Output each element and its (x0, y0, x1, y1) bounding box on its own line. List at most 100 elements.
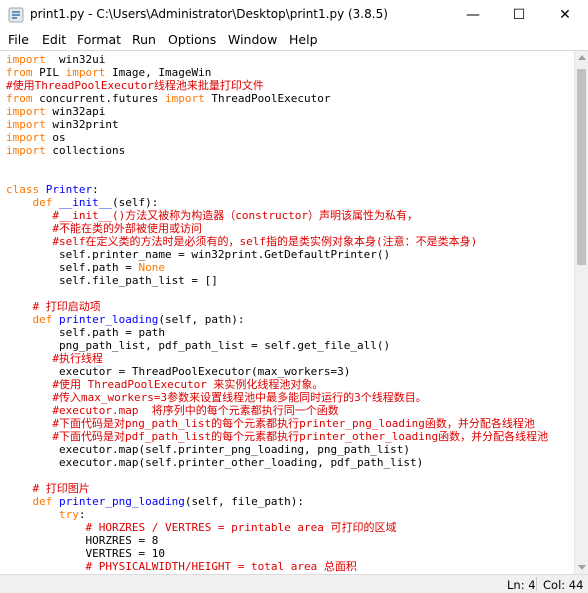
menu-edit[interactable]: Edit (42, 32, 66, 47)
vertical-scrollbar[interactable] (574, 51, 588, 574)
code-token: import (6, 144, 46, 157)
code-token: import (6, 131, 46, 144)
maximize-button[interactable]: ☐ (496, 0, 542, 30)
code-token: # PHYSICALWIDTH/HEIGHT = total area 总面积 (85, 560, 357, 573)
code-token: # HORZRES / VERTRES = printable area 可打印… (85, 521, 397, 534)
code-line: import win32api (6, 105, 105, 118)
status-line: Ln: 4 (507, 578, 536, 592)
code-line: import win32ui (6, 53, 105, 66)
code-token: concurrent.futures (32, 92, 165, 105)
code-token: executor.map(self.printer_other_loading,… (6, 456, 424, 469)
code-line: #执行线程 (6, 352, 103, 365)
code-line: executor.map(self.printer_png_loading, p… (6, 443, 410, 456)
scrollbar-thumb[interactable] (577, 69, 586, 265)
code-token: import (164, 92, 205, 105)
code-token: self.path = (6, 261, 139, 274)
code-line: self.path = None (6, 261, 165, 274)
menu-run[interactable]: Run (132, 32, 156, 47)
status-column: Col: 44 (543, 578, 584, 592)
menu-help[interactable]: Help (289, 32, 318, 47)
code-token: os (45, 131, 66, 144)
menu-window[interactable]: Window (228, 32, 277, 47)
code-line: #self在定义类的方法时是必须有的，self指的是类实例对象本身(注意：不是类… (6, 235, 477, 248)
code-token: PIL (32, 66, 66, 79)
code-token: win32api (45, 105, 106, 118)
code-line: class Printer: (6, 183, 99, 196)
code-token: : (92, 183, 99, 196)
code-line: #executor.map 将序列中的每个元素都执行同一个函数 (6, 404, 339, 417)
code-token: def (32, 313, 53, 326)
code-line: self.path = path (6, 326, 165, 339)
code-token: executor.map(self.printer_png_loading, p… (6, 443, 410, 456)
code-token: None (138, 261, 165, 274)
code-token: #下面代码是对png_path_list的每个元素都执行printer_png_… (52, 417, 535, 430)
menu-file[interactable]: File (8, 32, 29, 47)
code-token: import (6, 105, 46, 118)
minimize-button[interactable]: — (450, 0, 496, 30)
code-line: import collections (6, 144, 125, 157)
code-line: def printer_loading(self, path): (6, 313, 245, 326)
code-line: from concurrent.futures import ThreadPoo… (6, 92, 331, 105)
menu-format[interactable]: Format (77, 32, 121, 47)
code-token: #执行线程 (52, 352, 103, 365)
code-token: import (6, 118, 46, 131)
close-button[interactable]: ✕ (542, 0, 588, 30)
code-token: printer_png_loading (59, 495, 185, 508)
code-token: Printer (45, 183, 93, 196)
code-line: executor.map(self.printer_other_loading,… (6, 456, 423, 469)
scroll-up-arrow-icon[interactable] (578, 55, 586, 60)
code-token: ThreadPoolExecutor (204, 92, 331, 105)
code-token: # 打印启动项 (32, 300, 101, 313)
code-line: executor = ThreadPoolExecutor(max_worker… (6, 365, 350, 378)
code-line: # HORZRES / VERTRES = printable area 可打印… (6, 521, 397, 534)
scroll-down-arrow-icon[interactable] (578, 565, 586, 570)
code-token: def (32, 196, 53, 209)
code-token: from (6, 66, 33, 79)
code-token: # 打印图片 (32, 482, 90, 495)
code-line: #使用ThreadPoolExecutor线程池来批量打印文件 (6, 79, 264, 92)
code-line: #__init__()方法又被称为构造器（constructor）声明该属性为私… (6, 209, 418, 222)
code-line: # 打印启动项 (6, 300, 101, 313)
code-token: HORZRES = 8 (6, 534, 159, 547)
status-divider (536, 577, 537, 591)
menu-options[interactable]: Options (168, 32, 216, 47)
code-token: #__init__()方法又被称为构造器（constructor）声明该属性为私… (52, 209, 419, 222)
title-bar[interactable]: print1.py - C:\Users\Administrator\Deskt… (0, 0, 588, 31)
code-token: #self在定义类的方法时是必须有的，self指的是类实例对象本身(注意：不是类… (52, 235, 478, 248)
code-token: import (65, 66, 106, 79)
code-token: printer_loading (59, 313, 159, 326)
code-token: self.file_path_list = [] (6, 274, 218, 287)
code-token: png_path_list, pdf_path_list = self.get_… (6, 339, 391, 352)
python-idle-icon (8, 7, 24, 23)
code-line: import win32print (6, 118, 119, 131)
code-line: def __init__(self): (6, 196, 159, 209)
code-token: from (6, 92, 33, 105)
code-token: __init__ (59, 196, 112, 209)
code-line: #不能在类的外部被使用或访问 (6, 222, 202, 235)
code-line: # PHYSICALWIDTH/HEIGHT = total area 总面积 (6, 560, 357, 573)
code-line: HORZRES = 8 (6, 534, 158, 547)
code-token: #executor.map 将序列中的每个元素都执行同一个函数 (52, 404, 339, 417)
code-line: try: (6, 508, 86, 521)
code-line: #下面代码是对pdf_path_list的每个元素都执行printer_othe… (6, 430, 548, 443)
code-token: Image, ImageWin (105, 66, 212, 79)
code-line: #传入max_workers=3参数来设置线程池中最多能同时运行的3个线程数目。 (6, 391, 426, 404)
code-line: VERTRES = 10 (6, 547, 164, 560)
code-token: : (78, 508, 86, 521)
code-editor[interactable]: import win32ui from PIL import Image, Ima… (0, 51, 574, 574)
code-token: (self, file_path): (184, 495, 305, 508)
code-line: png_path_list, pdf_path_list = self.get_… (6, 339, 390, 352)
